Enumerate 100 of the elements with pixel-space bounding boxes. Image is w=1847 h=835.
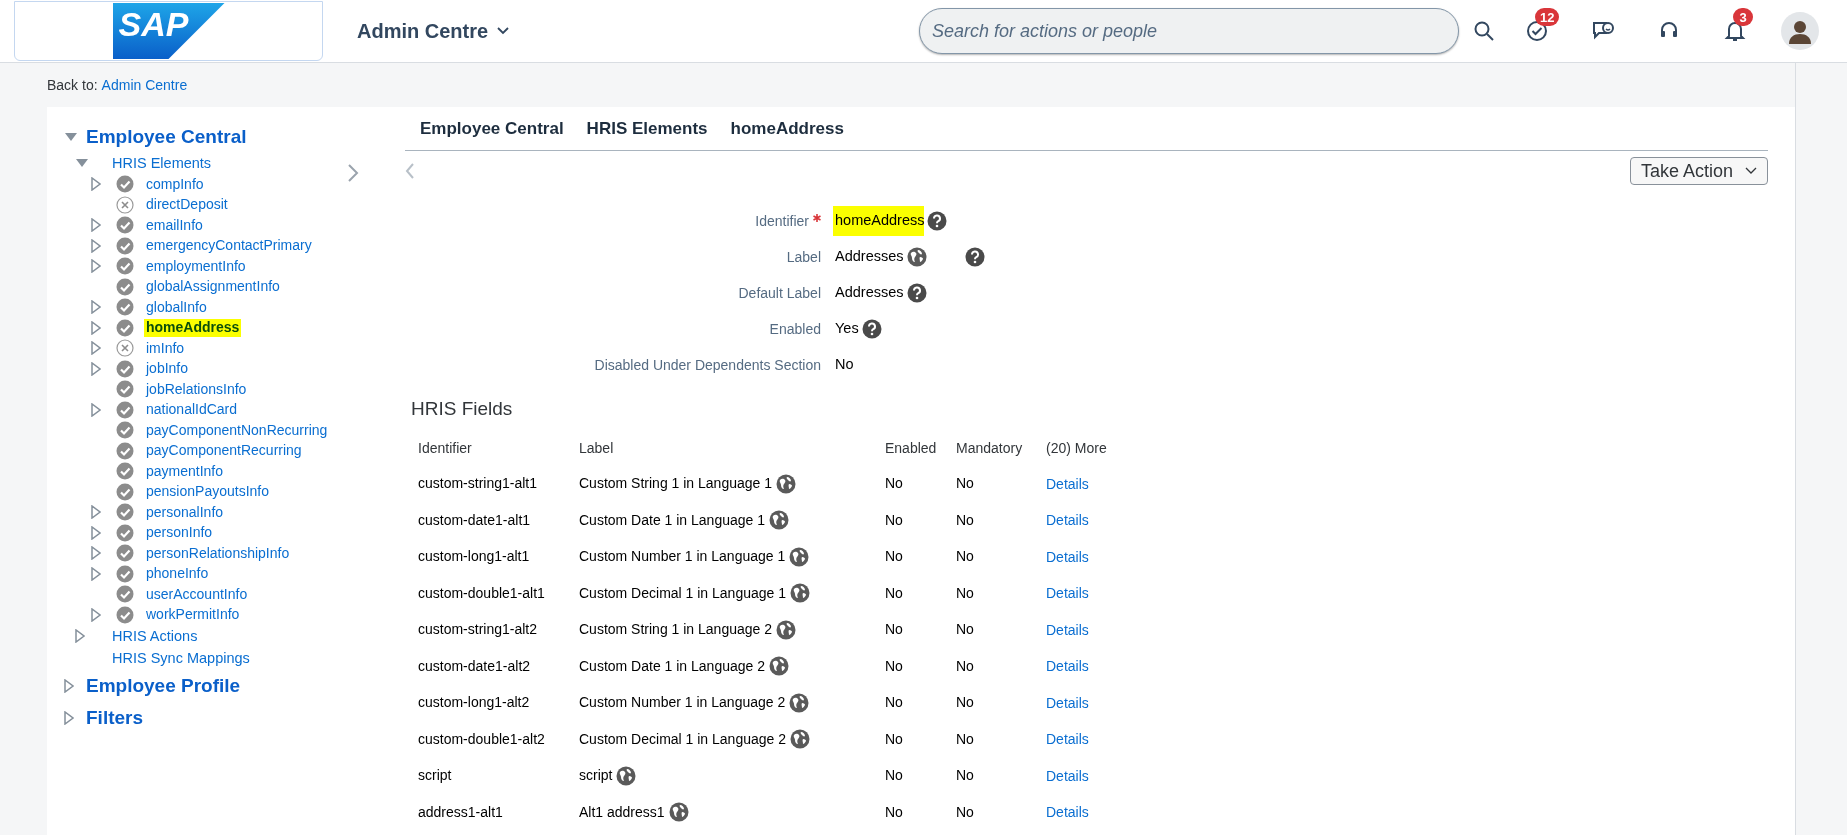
tree-item[interactable]: personRelationshipInfo [146,544,290,562]
expand-triangle-icon[interactable] [64,679,74,693]
expand-triangle-icon[interactable] [75,629,85,643]
logo-panel[interactable]: SAP [14,1,323,61]
help-icon[interactable] [861,319,882,339]
details-link[interactable]: Details [1046,731,1089,748]
table-cell-text: No [956,583,974,603]
table-cell-text: No [885,693,903,713]
tree-item[interactable]: emergencyContactPrimary [146,237,312,255]
chevron-down-icon [496,26,511,36]
tree-item[interactable]: payComponentNonRecurring [146,421,328,439]
tree-item[interactable]: personInfo [146,524,213,542]
back-link[interactable]: Admin Centre [101,74,188,96]
expand-triangle-icon[interactable] [91,361,101,376]
collapse-left-icon[interactable] [405,162,415,180]
breadcrumb-link[interactable]: Employee Central [420,115,564,142]
tree-item[interactable]: directDeposit [146,196,228,214]
expand-triangle-icon[interactable] [91,238,101,253]
expand-triangle-icon[interactable] [91,546,101,561]
tree-item[interactable]: employmentInfo [146,257,246,275]
details-link[interactable]: Details [1046,585,1089,602]
globe-icon[interactable] [790,729,810,750]
tree-item[interactable]: globalAssignmentInfo [146,278,280,296]
app-title-menu[interactable]: Admin Centre [357,16,511,46]
details-link[interactable]: Details [1046,475,1089,492]
table-cell-text: Alt1 address1 [579,802,665,822]
tree-item[interactable]: emailInfo [146,216,203,234]
details-link[interactable]: Details [1046,658,1089,675]
search-icon[interactable] [1473,20,1495,42]
tree-item[interactable]: homeAddress [144,319,242,337]
details-link[interactable]: Details [1046,512,1089,529]
tree-item[interactable]: pensionPayoutsInfo [146,483,269,501]
expand-triangle-icon[interactable] [91,607,101,622]
expand-triangle-icon[interactable] [91,320,101,335]
expand-triangle-icon[interactable] [91,218,101,233]
tree-item[interactable]: Employee Central [86,125,247,149]
globe-icon[interactable] [769,656,789,677]
help-icon[interactable] [906,283,927,303]
tree-item[interactable]: personalInfo [146,503,224,521]
globe-icon[interactable] [776,473,796,494]
tree-item[interactable]: userAccountInfo [146,585,248,603]
table-cell-text: No [885,474,903,494]
breadcrumb-link[interactable]: HRIS Elements [586,115,708,142]
tree-item[interactable]: globalInfo [146,298,207,316]
help-icon[interactable] [964,247,985,267]
tree-item[interactable]: nationalIdCard [146,401,238,419]
table-cell-text: No [885,766,903,786]
avatar[interactable] [1781,12,1819,50]
expand-triangle-icon[interactable] [91,525,101,540]
tree-item[interactable]: phoneInfo [146,565,209,583]
tree-item[interactable]: HRIS Actions [112,626,198,646]
tree-item[interactable]: workPermitInfo [146,606,240,624]
tree-item[interactable]: imInfo [146,339,185,357]
expand-triangle-icon[interactable] [91,505,101,520]
table-cell-text: custom-long1-alt1 [418,547,530,567]
expand-triangle-icon[interactable] [91,259,101,274]
expand-right-icon[interactable] [347,163,359,183]
globe-icon[interactable] [790,583,810,604]
expand-triangle-icon[interactable] [91,341,101,356]
table-cell-text: No [885,729,903,749]
table-cell-text: No [956,510,974,530]
tree-item[interactable]: compInfo [146,175,204,193]
globe-icon[interactable] [668,802,689,823]
tree-item[interactable]: HRIS Elements [112,153,212,173]
expand-triangle-icon[interactable] [91,300,101,315]
expand-triangle-icon[interactable] [64,711,74,725]
tree-item[interactable]: jobRelationsInfo [146,380,247,398]
globe-icon[interactable] [776,619,796,640]
table-cell-text: Custom Date 1 in Language 1 [579,510,765,530]
expand-triangle-icon[interactable] [91,177,101,192]
details-link[interactable]: Details [1046,804,1089,821]
table-cell-text: No [885,510,903,530]
details-link[interactable]: Details [1046,548,1089,565]
globe-icon[interactable] [769,510,789,531]
tasks-button[interactable]: 12 [1513,6,1561,56]
globe-icon[interactable] [789,692,810,713]
tree-item[interactable]: payComponentRecurring [146,442,302,460]
details-link[interactable]: Details [1046,767,1089,784]
globe-icon[interactable] [616,765,637,786]
search-field[interactable]: Search for actions or people [919,8,1459,54]
breadcrumb-link[interactable]: homeAddress [730,115,844,142]
expand-triangle-icon[interactable] [91,402,101,417]
tree-item[interactable]: jobInfo [146,360,189,378]
tree-item[interactable]: HRIS Sync Mappings [112,648,250,668]
details-link[interactable]: Details [1046,621,1089,638]
collapse-triangle-icon[interactable] [64,132,78,142]
globe-icon[interactable] [906,247,927,267]
expand-triangle-icon[interactable] [91,566,101,581]
tree-item[interactable]: Filters [86,706,144,730]
tree-item[interactable]: paymentInfo [146,462,224,480]
details-link[interactable]: Details [1046,694,1089,711]
field-value: Addresses [835,247,904,267]
field-value: No [835,355,854,375]
take-action-button[interactable]: Take Action [1629,157,1768,185]
field-label: Identifier [755,211,809,231]
notifications-button[interactable]: 3 [1711,6,1759,56]
collapse-triangle-icon[interactable] [75,158,89,168]
globe-icon[interactable] [789,546,810,567]
help-icon[interactable] [927,211,948,231]
tree-item[interactable]: Employee Profile [86,674,241,698]
